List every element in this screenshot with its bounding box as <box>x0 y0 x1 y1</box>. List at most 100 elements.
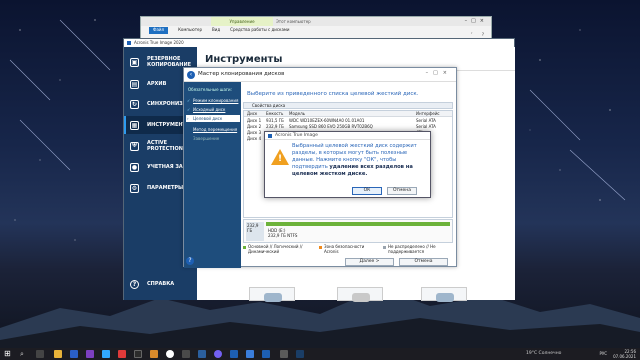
photoshop-icon[interactable] <box>102 350 110 358</box>
next-button[interactable]: Далее > <box>345 258 394 266</box>
ok-button[interactable]: ОК <box>352 187 382 195</box>
dialog-cancel-button[interactable]: Отмена <box>387 187 417 195</box>
ribbon-expand-icon[interactable]: ˅ ? <box>471 32 488 37</box>
tool-tile-icon <box>352 293 370 302</box>
tool-tile[interactable] <box>337 287 383 302</box>
warning-mark: ! <box>278 154 283 164</box>
legend-label: Основной // Логический // Динамический <box>248 244 303 254</box>
sync-icon: ↻ <box>130 99 139 109</box>
check-icon: ✓ <box>187 98 191 103</box>
wizard-window-controls[interactable]: –□× <box>426 70 452 76</box>
app-icon[interactable] <box>280 350 288 358</box>
cancel-button[interactable]: Отмена <box>399 258 448 266</box>
dialog-title: Acronis True Image <box>275 133 318 138</box>
explorer-ribbon: Файл Компьютер Вид Средства работы с дис… <box>141 27 491 34</box>
app-titlebar: Acronis True Image 2020 <box>124 39 514 47</box>
taskbar: ⊞ ⌕ 19°C Солнечно РУС 22:56 07.06.2021 <box>0 348 640 360</box>
legend-label: Зона безопасности Acronis <box>324 244 365 254</box>
step-label: Исходный диск <box>193 107 226 112</box>
acronis-icon[interactable] <box>230 350 238 358</box>
backup-icon: ▣ <box>130 57 139 67</box>
language-indicator[interactable]: РУС <box>599 349 607 359</box>
step-label: Целевой диск <box>193 116 223 121</box>
step-finish: Завершение <box>186 135 240 142</box>
ribbon-tab-file[interactable]: Файл <box>149 27 169 34</box>
step-target-disk[interactable]: › Целевой диск <box>186 115 240 122</box>
weather-widget[interactable]: 19°C Солнечно <box>526 351 561 356</box>
app-icon[interactable] <box>118 350 126 358</box>
legend-swatch <box>383 246 386 249</box>
legend-swatch <box>243 246 246 249</box>
step-label: Режим клонирования <box>193 98 239 103</box>
check-icon: ✓ <box>187 107 191 112</box>
step-label: Метод перемещения <box>193 127 238 132</box>
sidebar-item-label: ПАРАМЕТРЫ <box>147 185 184 191</box>
viber-icon[interactable] <box>214 350 222 358</box>
wizard-steps-panel: Обязательные шаги: ✓ Режим клонирования ✓… <box>184 82 241 268</box>
dialog-message: Выбранный целевой жесткий диск содержит … <box>292 143 428 178</box>
step-source-disk[interactable]: ✓ Исходный диск <box>186 106 240 113</box>
acronis-icon[interactable] <box>262 350 270 358</box>
acronis-logo-icon <box>268 134 272 138</box>
explorer-title: Этот компьютер <box>276 19 311 24</box>
tab-manage[interactable]: Управление <box>211 17 273 26</box>
ribbon-tab-computer[interactable]: Компьютер <box>178 27 202 34</box>
search-icon[interactable]: ⌕ <box>20 350 28 358</box>
page-title: Инструменты <box>205 54 283 65</box>
legend-item: Основной // Логический // Динамический <box>243 244 309 254</box>
app-icon[interactable] <box>182 350 190 358</box>
partition-details: 232,9 ГБ NTFS <box>268 233 298 238</box>
app-icon[interactable] <box>246 350 254 358</box>
partition-size: 232,9 ГБ <box>246 222 264 241</box>
tool-tile-icon <box>436 293 454 302</box>
acronis-icon[interactable] <box>296 350 304 358</box>
tool-tile-icon <box>264 293 282 302</box>
sidebar-item-label: РЕЗЕРВНОЕ КОПИРОВАНИЕ <box>147 56 192 68</box>
file-explorer-icon[interactable] <box>54 350 62 358</box>
step-label: Завершение <box>193 136 220 141</box>
wizard-footer: Далее > Отмена <box>241 257 457 267</box>
ribbon-tab-view[interactable]: Вид <box>212 27 220 34</box>
tool-tile[interactable] <box>249 287 295 302</box>
confirm-dialog: Acronis True Image ! Выбранный целевой ж… <box>264 131 431 198</box>
after-effects-icon[interactable] <box>86 350 94 358</box>
sidebar-item-label: СПРАВКА <box>147 281 175 287</box>
app-icon[interactable] <box>198 350 206 358</box>
partition-bar[interactable] <box>266 222 450 226</box>
wizard-title: Мастер клонирования дисков <box>198 71 285 77</box>
col-disk[interactable]: Диск <box>247 111 257 117</box>
col-interface[interactable]: Интерфейс <box>416 111 440 117</box>
help-icon[interactable]: ? <box>186 257 194 265</box>
window-controls[interactable]: –□× <box>465 18 488 24</box>
help-icon: ? <box>130 279 139 289</box>
explorer-tab-strip: Управление Этот компьютер –□× <box>141 17 491 26</box>
terminal-icon[interactable] <box>134 350 142 358</box>
task-view-icon[interactable] <box>36 350 44 358</box>
windows-start-icon[interactable]: ⊞ <box>4 350 12 358</box>
back-arrow-icon[interactable]: ‹ <box>187 71 195 79</box>
archive-icon: ▤ <box>130 79 139 89</box>
legend-label: Не распределено // Не поддерживается <box>388 244 436 254</box>
ribbon-tab-disk-tools[interactable]: Средства работы с дисками <box>230 27 289 34</box>
wizard-titlebar: ‹ Мастер клонирования дисков –□× <box>184 68 456 82</box>
dialog-titlebar: Acronis True Image <box>265 132 430 140</box>
sidebar-item-help[interactable]: ? СПРАВКА <box>124 275 197 293</box>
table-header: Диск Емкость Модель Интерфейс <box>244 111 452 117</box>
step-move-method[interactable]: Метод перемещения <box>186 126 240 133</box>
yandex-browser-icon[interactable] <box>166 350 174 358</box>
file-explorer-window: Управление Этот компьютер –□× Файл Компь… <box>140 16 492 40</box>
system-clock[interactable]: РУС 22:56 07.06.2021 <box>599 349 636 359</box>
step-clone-mode[interactable]: ✓ Режим клонирования <box>186 97 240 104</box>
legend-item: Не распределено // Не поддерживается <box>383 244 451 254</box>
tool-tile[interactable] <box>421 287 467 302</box>
account-icon: ● <box>130 162 139 172</box>
app-icon[interactable] <box>70 350 78 358</box>
app-icon[interactable] <box>150 350 158 358</box>
disk-properties-button[interactable]: Свойства диска <box>243 102 453 109</box>
partition-legend: Основной // Логический // Динамический З… <box>243 244 453 255</box>
gear-icon: ⚙ <box>130 183 139 193</box>
col-capacity[interactable]: Емкость <box>266 111 283 117</box>
shield-icon: ⛨ <box>130 141 139 151</box>
clock-date: 07.06.2021 <box>613 354 636 359</box>
col-model[interactable]: Модель <box>289 111 305 117</box>
